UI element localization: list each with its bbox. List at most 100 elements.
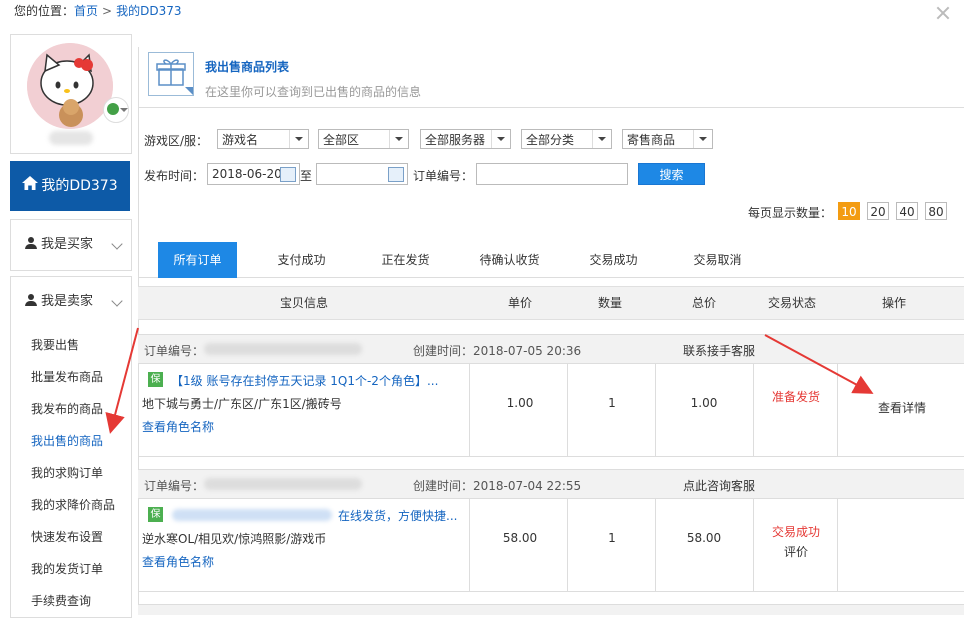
- column-header-qty: 数量: [597, 296, 622, 310]
- unit-price: 1.00: [506, 396, 534, 410]
- item-title-link[interactable]: 在线发货，方便快捷...: [338, 507, 457, 524]
- table-header: [138, 286, 964, 320]
- user-icon: [25, 237, 37, 249]
- divider: [837, 499, 838, 591]
- area-select-value: 全部区: [323, 133, 360, 147]
- sidebar-item-quick-publish[interactable]: 快速发布设置: [11, 521, 131, 553]
- area-select[interactable]: 全部区: [318, 129, 409, 149]
- mode-select-value: 寄售商品: [627, 133, 676, 147]
- divider: [469, 499, 470, 591]
- search-button[interactable]: 搜索: [638, 163, 705, 185]
- home-icon: [22, 161, 39, 211]
- avatar[interactable]: [27, 43, 113, 129]
- game-server-label: 游戏区/服：: [144, 134, 209, 148]
- order-number-label: 订单编号：: [144, 479, 205, 493]
- blurred-order-number: [204, 343, 362, 355]
- divider: [567, 364, 568, 456]
- chevron-down-icon: [491, 130, 510, 148]
- tab-all-orders[interactable]: 所有订单: [158, 242, 237, 278]
- column-header-item: 宝贝信息: [279, 296, 328, 310]
- my-dd373-label: 我的DD373: [41, 178, 118, 194]
- sidebar-item-fee-query[interactable]: 手续费查询: [11, 585, 131, 617]
- seller-menu: 我要出售 批量发布商品 我发布的商品 我出售的商品 我的求购订单 我的求降价商品…: [11, 329, 131, 617]
- guarantee-badge: 保: [148, 507, 163, 522]
- item-title-link[interactable]: 【1级 账号存在封停五天记录 1Q1个-2个角色】...: [171, 372, 438, 389]
- sidebar-item-shipping-orders[interactable]: 我的发货订单: [11, 553, 131, 585]
- my-dd373-button[interactable]: 我的DD373: [10, 161, 130, 211]
- column-header-action: 操作: [881, 296, 906, 310]
- server-select[interactable]: 全部服务器: [420, 129, 511, 149]
- divider: [753, 364, 754, 456]
- gift-icon: [148, 52, 194, 96]
- divider: [469, 364, 470, 456]
- sidebar-item-purchase-orders[interactable]: 我的求购订单: [11, 457, 131, 489]
- buyer-header[interactable]: 我是买家: [11, 220, 131, 270]
- chevron-down-icon: [111, 295, 123, 307]
- sidebar-item-batch-publish[interactable]: 批量发布商品: [11, 361, 131, 393]
- chevron-down-icon: [289, 130, 308, 148]
- breadcrumb-separator: >: [102, 4, 113, 18]
- game-select[interactable]: 游戏名: [217, 129, 309, 149]
- column-header-total: 总价: [691, 296, 716, 310]
- status-badge: 交易成功: [771, 525, 820, 539]
- tab-cancelled[interactable]: 交易取消: [678, 242, 757, 278]
- breadcrumb: 您的位置：首页 > 我的DD373: [14, 2, 181, 19]
- per-page-80-button[interactable]: 80: [925, 202, 947, 220]
- breadcrumb-prefix: 您的位置：: [14, 4, 75, 18]
- mode-select[interactable]: 寄售商品: [622, 129, 713, 149]
- per-page-20-button[interactable]: 20: [867, 202, 889, 220]
- buyer-section[interactable]: 我是买家: [10, 219, 132, 271]
- view-role-link[interactable]: 查看角色名称: [142, 553, 214, 570]
- calendar-icon[interactable]: [280, 167, 296, 182]
- tab-awaiting-receipt[interactable]: 待确认收货: [470, 242, 549, 278]
- sidebar-item-sell[interactable]: 我要出售: [11, 329, 131, 361]
- chevron-down-icon: [111, 238, 123, 250]
- quantity: 1: [608, 396, 616, 410]
- category-select[interactable]: 全部分类: [521, 129, 612, 149]
- breadcrumb-home-link[interactable]: 首页: [74, 4, 98, 18]
- publish-time-label: 发布时间：: [144, 169, 205, 183]
- blurred-item-title: [172, 509, 332, 521]
- game-select-value: 游戏名: [222, 133, 259, 147]
- tab-completed[interactable]: 交易成功: [574, 242, 653, 278]
- verified-badge-icon[interactable]: [103, 97, 129, 123]
- seller-header[interactable]: 我是卖家: [11, 277, 131, 327]
- divider: [753, 499, 754, 591]
- divider: [655, 499, 656, 591]
- column-header-status: 交易状态: [767, 296, 816, 310]
- per-page-10-button[interactable]: 10: [838, 202, 860, 220]
- next-order-header: [138, 604, 964, 615]
- item-game-info: 地下城与勇士/广东区/广东1区/搬砖号: [142, 397, 342, 411]
- per-page-40-button[interactable]: 40: [896, 202, 918, 220]
- sidebar-item-my-published[interactable]: 我发布的商品: [11, 393, 131, 425]
- calendar-icon[interactable]: [388, 167, 404, 182]
- order-number-input[interactable]: [476, 163, 628, 185]
- view-details-link[interactable]: 查看详情: [862, 399, 942, 416]
- sidebar-item-price-reduction[interactable]: 我的求降价商品: [11, 489, 131, 521]
- date-from-value: 2018-06-20: [212, 167, 282, 181]
- review-link[interactable]: 评价: [760, 543, 832, 560]
- divider: [655, 364, 656, 456]
- user-icon: [25, 294, 37, 306]
- view-role-link[interactable]: 查看角色名称: [142, 418, 214, 435]
- column-header-price: 单价: [507, 296, 532, 310]
- tab-shipping[interactable]: 正在发货: [366, 242, 445, 278]
- breadcrumb-current-link[interactable]: 我的DD373: [116, 4, 181, 18]
- date-from-input[interactable]: 2018-06-20: [207, 163, 300, 185]
- chevron-down-icon: [693, 130, 712, 148]
- close-icon[interactable]: [936, 6, 950, 20]
- buyer-label: 我是买家: [41, 237, 94, 252]
- date-to-label: 至: [300, 169, 313, 183]
- sidebar-item-my-sold[interactable]: 我出售的商品: [11, 425, 131, 457]
- category-select-value: 全部分类: [526, 133, 575, 147]
- order-number-label: 订单编号：: [144, 344, 205, 358]
- unit-price: 58.00: [502, 531, 538, 545]
- blurred-username: [49, 131, 93, 145]
- contact-service-link[interactable]: 联系接手客服: [683, 342, 755, 359]
- quantity: 1: [608, 531, 616, 545]
- total-price: 58.00: [686, 531, 722, 545]
- date-to-input[interactable]: [316, 163, 408, 185]
- server-select-value: 全部服务器: [425, 133, 486, 147]
- tab-paid[interactable]: 支付成功: [262, 242, 341, 278]
- contact-service-link[interactable]: 点此咨询客服: [683, 477, 755, 494]
